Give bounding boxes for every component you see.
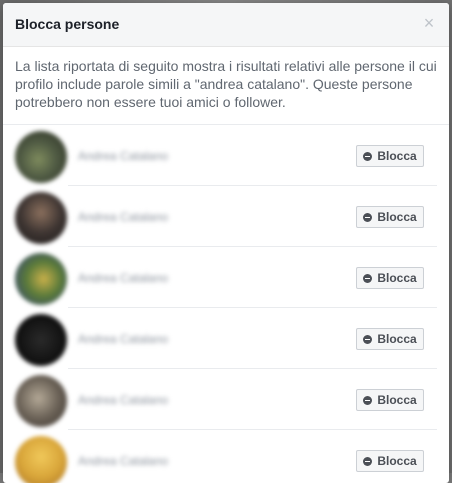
list-item: Andrea Catalano Blocca [3,186,449,247]
block-button-label: Blocca [377,271,417,285]
avatar[interactable] [15,314,67,366]
list-item: Andrea Catalano Blocca [3,369,449,430]
person-name[interactable]: Andrea Catalano [78,454,168,468]
dialog-title: Blocca persone [15,16,120,32]
block-button-label: Blocca [377,210,417,224]
person-name[interactable]: Andrea Catalano [78,332,168,346]
block-button[interactable]: Blocca [356,389,424,411]
person-name[interactable]: Andrea Catalano [78,393,168,407]
list-item: Andrea Catalano Blocca [3,308,449,369]
list-item: Andrea Catalano Blocca [3,125,449,186]
block-people-dialog: Blocca persone × La lista riportata di s… [3,3,449,483]
block-button-label: Blocca [377,149,417,163]
close-icon[interactable]: × [421,14,437,32]
block-button[interactable]: Blocca [356,450,424,472]
block-icon [363,334,373,344]
person-name[interactable]: Andrea Catalano [78,271,168,285]
dialog-header: Blocca persone × [3,3,449,47]
avatar[interactable] [15,192,67,244]
avatar[interactable] [15,375,67,427]
avatar[interactable] [15,131,67,183]
block-icon [363,212,373,222]
block-button-label: Blocca [377,393,417,407]
block-icon [363,395,373,405]
block-button-label: Blocca [377,332,417,346]
block-icon [363,273,373,283]
block-button-label: Blocca [377,454,417,468]
list-item: Andrea Catalano Blocca [3,247,449,308]
avatar[interactable] [15,253,67,305]
person-name[interactable]: Andrea Catalano [78,149,168,163]
block-icon [363,151,373,161]
block-button[interactable]: Blocca [356,267,424,289]
avatar[interactable] [15,436,67,483]
block-button[interactable]: Blocca [356,328,424,350]
block-button[interactable]: Blocca [356,206,424,228]
block-icon [363,456,373,466]
list-item: Andrea Catalano Blocca [3,430,449,483]
block-button[interactable]: Blocca [356,145,424,167]
dialog-description: La lista riportata di seguito mostra i r… [15,58,437,110]
person-name[interactable]: Andrea Catalano [78,210,168,224]
results-list: Andrea Catalano Blocca Andrea Catalano B… [3,125,449,483]
